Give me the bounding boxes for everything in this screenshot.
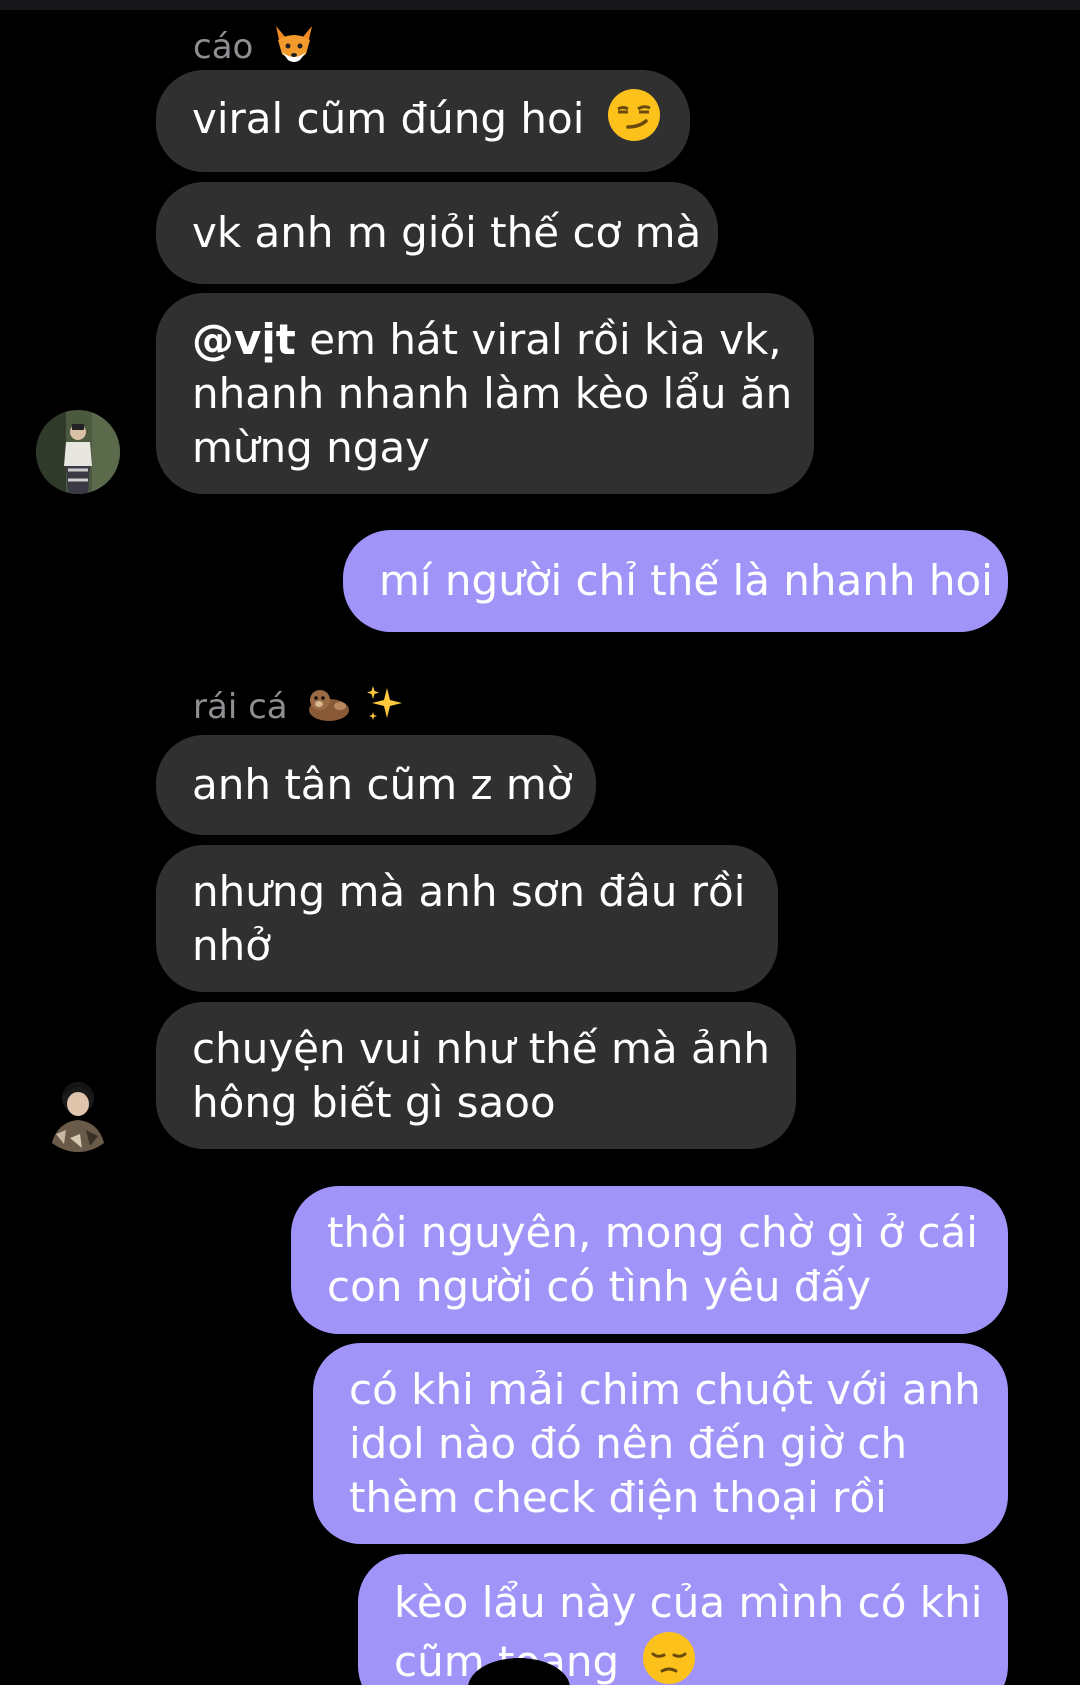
- message-bubble-outgoing[interactable]: thôi nguyên, mong chờ gì ở cái con người…: [291, 1186, 1008, 1334]
- status-bar-edge: [0, 0, 1080, 10]
- message-bubble-incoming[interactable]: @vịt em hát viral rồi kìa vk, nhanh nhan…: [156, 293, 814, 494]
- mention-tag[interactable]: @vịt: [192, 315, 296, 364]
- chat-screen: cáo viral cũm đúng hoi vk anh m giỏi thế…: [0, 0, 1080, 1685]
- avatar-rai-ca[interactable]: [36, 1068, 120, 1152]
- sparkles-icon: [365, 684, 405, 733]
- otter-icon: [306, 684, 352, 733]
- avatar-cao[interactable]: [36, 410, 120, 494]
- message-bubble-incoming[interactable]: nhưng mà anh sơn đâu rồi nhở: [156, 845, 778, 992]
- message-bubble-outgoing[interactable]: mí người chỉ thế là nhanh hoi: [343, 530, 1008, 632]
- message-bubble-outgoing[interactable]: có khi mải chim chuột với anh idol nào đ…: [313, 1343, 1008, 1544]
- fox-icon: [272, 22, 316, 75]
- smirk-emoji-icon: [606, 87, 662, 156]
- sender-name-cao: cáo: [193, 22, 316, 75]
- sender-name-rai-ca: rái cá: [193, 684, 405, 733]
- message-bubble-incoming[interactable]: anh tân cũm z mờ: [156, 735, 596, 835]
- message-bubble-outgoing[interactable]: kèo lẩu này của mình có khi cũm toang: [358, 1554, 1008, 1685]
- pensive-emoji-icon: [641, 1630, 697, 1685]
- message-bubble-incoming[interactable]: viral cũm đúng hoi: [156, 70, 690, 172]
- message-bubble-incoming[interactable]: chuyện vui như thế mà ảnh hông biết gì s…: [156, 1002, 796, 1149]
- message-bubble-incoming[interactable]: vk anh m giỏi thế cơ mà: [156, 182, 718, 284]
